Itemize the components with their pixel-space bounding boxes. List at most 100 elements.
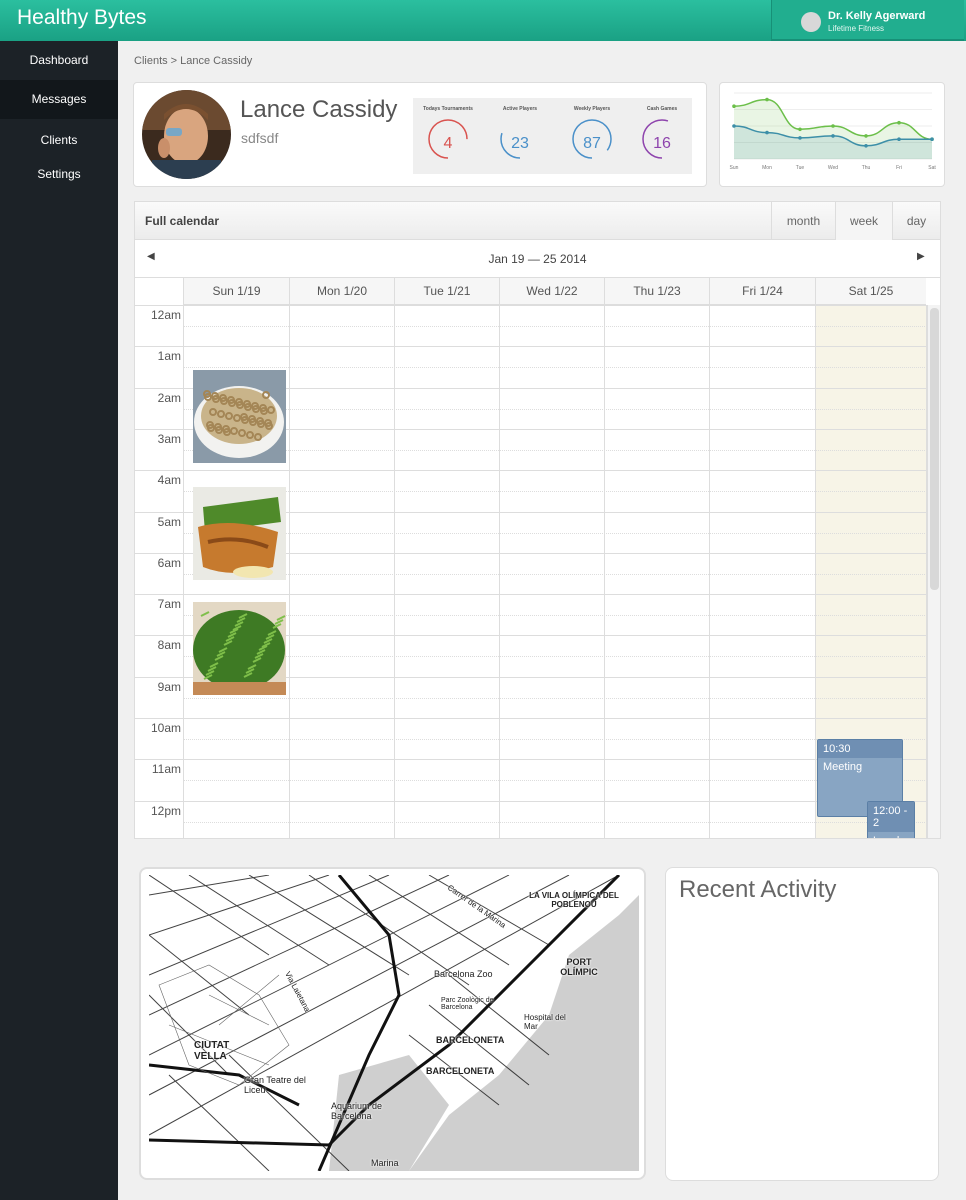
- calendar-range: Jan 19 — 25 2014: [488, 252, 587, 266]
- sidebar-item-clients[interactable]: Clients: [0, 129, 118, 151]
- profile-card: Lance Cassidy sdfsdf Todays Tournaments 4…: [133, 82, 707, 187]
- day-column-divider: [289, 305, 290, 838]
- hour-row[interactable]: 11am: [135, 759, 927, 800]
- scroll-thumb[interactable]: [930, 308, 939, 590]
- breadcrumb[interactable]: Clients > Lance Cassidy: [134, 55, 252, 67]
- chart-tick-label: Sun: [730, 165, 739, 171]
- day-column-divider: [604, 305, 605, 838]
- chart-point: [798, 136, 802, 140]
- prev-week-button[interactable]: ◀: [147, 251, 155, 262]
- calendar-scrollbar[interactable]: [927, 305, 940, 838]
- map-label: Parc Zoològic de Barcelona: [441, 997, 494, 1011]
- day-header[interactable]: Fri 1/24: [709, 278, 815, 305]
- hour-label: 5am: [157, 514, 181, 529]
- map-label: Gran Teatre del Liceu: [244, 1075, 306, 1095]
- map-label: Hospital del Mar: [524, 1013, 566, 1031]
- hour-row[interactable]: 12pm: [135, 800, 927, 838]
- day-column-divider: [815, 305, 816, 838]
- hour-label: 12am: [150, 308, 181, 322]
- top-bar: Healthy Bytes Dr. Kelly Agerward Lifetim…: [0, 0, 966, 41]
- chart-point: [897, 137, 901, 141]
- calendar-nav: Jan 19 — 25 2014 ◀ ▶: [135, 240, 940, 278]
- salmon-photo[interactable]: [193, 487, 286, 580]
- cereal-photo[interactable]: [193, 370, 286, 463]
- hour-label: 4am: [157, 473, 181, 488]
- day-column-divider: [499, 305, 500, 838]
- event-title: Meeting: [823, 761, 863, 773]
- hour-label: 11am: [151, 762, 181, 777]
- chart-point: [798, 127, 802, 132]
- view-day-button[interactable]: day: [892, 202, 940, 240]
- chart-point: [930, 137, 934, 141]
- sidebar-item-dashboard[interactable]: Dashboard: [0, 41, 118, 80]
- map-card: LA VILA OLÍMPICA DEL POBLENOU PORT OLÍMP…: [139, 867, 646, 1180]
- hour-row[interactable]: 12am: [135, 305, 927, 346]
- calendar-title: Full calendar: [145, 214, 220, 228]
- map-label: Aquarium de Barcelona: [331, 1101, 383, 1121]
- hour-label: 6am: [157, 555, 181, 570]
- view-week-button[interactable]: week: [835, 202, 892, 240]
- hour-label: 3am: [157, 431, 181, 446]
- stats-panel: Todays Tournaments 4 Active Players 23 Weekl…: [413, 98, 692, 174]
- client-subtitle: sdfsdf: [241, 130, 279, 146]
- hour-label: 10am: [150, 721, 181, 735]
- map-label: PORT OLÍMPIC: [560, 957, 598, 977]
- stat-widget: Cash Games 16: [627, 98, 697, 174]
- day-column-divider: [394, 305, 395, 838]
- recent-activity-card: Recent Activity: [665, 867, 939, 1181]
- stat-value: 87: [583, 135, 601, 152]
- next-week-button[interactable]: ▶: [917, 251, 925, 262]
- hour-label: 2am: [157, 390, 181, 405]
- hour-label: 8am: [157, 638, 181, 653]
- stat-label: Active Players: [502, 106, 538, 112]
- view-month-button[interactable]: month: [771, 202, 835, 240]
- user-avatar: [801, 12, 821, 32]
- sidebar-item-messages[interactable]: Messages: [0, 80, 118, 119]
- user-name: Dr. Kelly Agerward: [828, 10, 926, 22]
- salad-photo[interactable]: [193, 602, 286, 695]
- stat-label: Cash Games: [646, 106, 678, 112]
- hour-label: 1am: [157, 349, 181, 364]
- day-header[interactable]: Wed 1/22: [499, 278, 604, 305]
- stat-value: 4: [443, 135, 453, 152]
- map-label: LA VILA OLÍMPICA DEL POBLENOU: [529, 891, 619, 909]
- map-label: Marina: [371, 1158, 399, 1168]
- user-menu[interactable]: Dr. Kelly Agerward Lifetime Fitness: [771, 0, 964, 41]
- map-label: CIUTAT VELLA: [194, 1040, 230, 1062]
- day-header[interactable]: Sat 1/25: [815, 278, 926, 305]
- calendar-event[interactable]: 12:00 - 2Lunch: [867, 801, 915, 838]
- chart-point: [897, 120, 901, 125]
- chart-tick-label: Tue: [796, 165, 805, 171]
- day-column-divider: [709, 305, 710, 838]
- chart-point: [831, 134, 835, 138]
- client-avatar: [142, 90, 231, 179]
- hour-label: 12pm: [150, 803, 181, 818]
- chart-point: [864, 134, 868, 138]
- event-time: 12:00 - 2: [868, 802, 914, 832]
- event-title: Lunch: [868, 832, 914, 838]
- chart-tick-label: Wed: [828, 165, 838, 171]
- hour-label: 7am: [157, 597, 181, 612]
- calendar-header: Full calendar month week day: [135, 202, 940, 240]
- map[interactable]: LA VILA OLÍMPICA DEL POBLENOU PORT OLÍMP…: [149, 875, 639, 1171]
- stat-widget: Weekly Players 87: [557, 98, 627, 174]
- stat-label: Todays Tournaments: [423, 106, 473, 112]
- chart-point: [732, 124, 736, 128]
- stat-widget: Todays Tournaments 4: [413, 98, 483, 174]
- day-header[interactable]: Sun 1/19: [183, 278, 289, 305]
- app-title[interactable]: Healthy Bytes: [17, 6, 147, 30]
- map-label: BARCELONETA: [426, 1066, 495, 1076]
- map-label: BARCELONETA: [436, 1035, 505, 1045]
- sidebar: Dashboard Messages Clients Settings: [0, 41, 118, 1200]
- chart-point: [864, 144, 868, 148]
- hour-row[interactable]: 10am: [135, 718, 927, 759]
- day-header[interactable]: Tue 1/21: [394, 278, 499, 305]
- hour-label: 9am: [157, 679, 181, 694]
- sidebar-item-settings[interactable]: Settings: [0, 163, 118, 185]
- user-org: Lifetime Fitness: [828, 24, 885, 33]
- stat-value: 23: [511, 135, 529, 152]
- day-header[interactable]: Mon 1/20: [289, 278, 394, 305]
- calendar-grid[interactable]: 12am 1am 2am 3am 4am 5am 6am 7am 8am 9am 10am 11am 1…: [135, 305, 927, 838]
- stat-label: Weekly Players: [573, 106, 611, 112]
- day-header[interactable]: Thu 1/23: [604, 278, 709, 305]
